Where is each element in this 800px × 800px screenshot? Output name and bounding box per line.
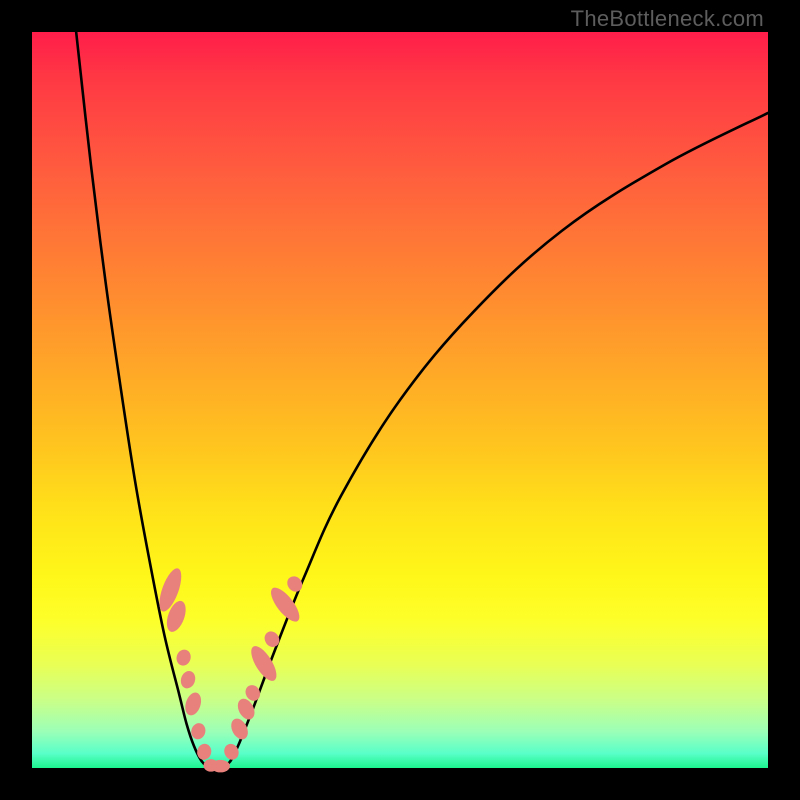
marker-left-dots-3 <box>179 669 198 690</box>
marker-bottom-dots-1 <box>211 760 230 773</box>
marker-left-dots-4 <box>183 690 204 717</box>
watermark-text: TheBottleneck.com <box>571 6 764 32</box>
marker-left-dots-6 <box>195 742 212 761</box>
marker-layer <box>155 566 305 773</box>
plot-area <box>32 32 768 768</box>
chart-frame: TheBottleneck.com <box>0 0 800 800</box>
chart-svg <box>32 32 768 768</box>
marker-left-dots-2 <box>174 648 192 668</box>
curve-right-curve <box>223 113 768 768</box>
marker-right-dots-5 <box>262 629 283 650</box>
